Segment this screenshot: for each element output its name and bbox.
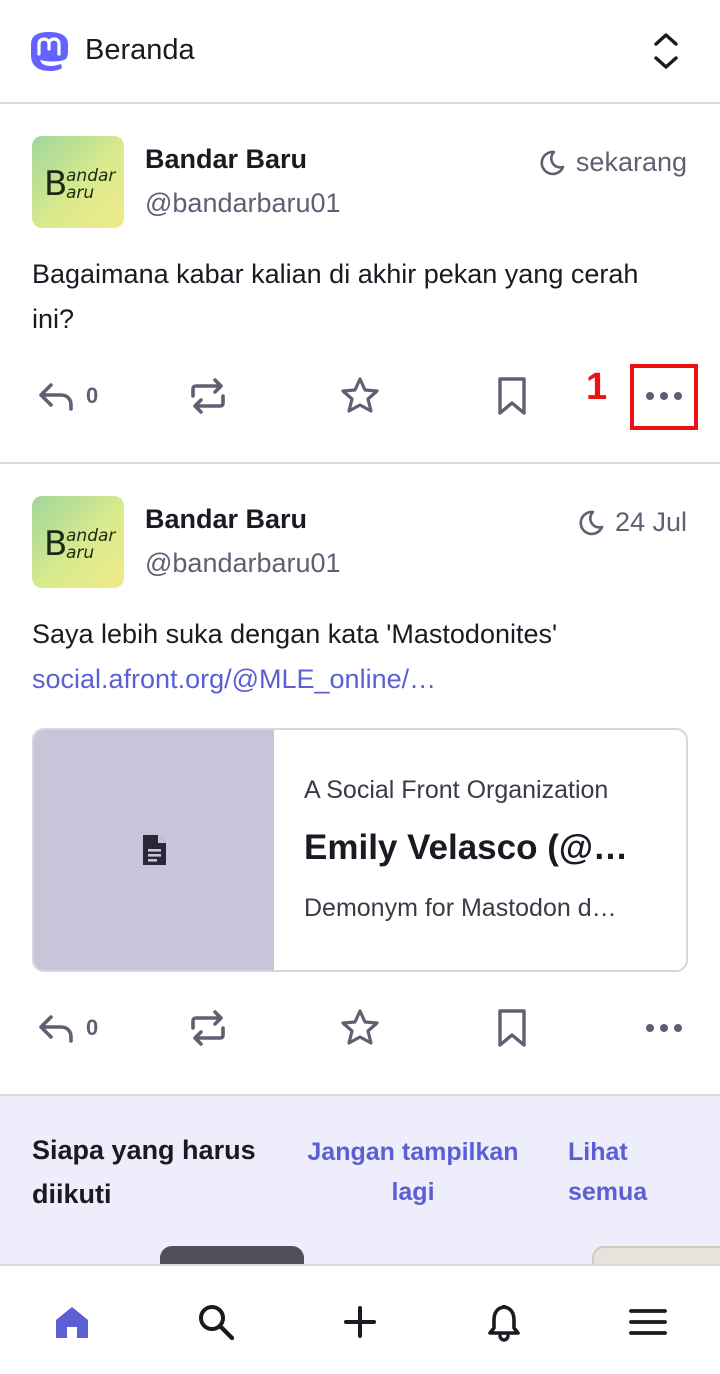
reply-button[interactable]: 0 bbox=[36, 366, 98, 426]
reply-icon bbox=[39, 1015, 73, 1043]
reply-icon bbox=[39, 383, 73, 411]
avatar-letter: B bbox=[44, 524, 68, 564]
star-icon bbox=[341, 377, 379, 413]
bookmark-icon bbox=[498, 377, 526, 415]
star-icon bbox=[341, 1009, 379, 1045]
reply-count: 0 bbox=[86, 383, 99, 408]
nav-compose[interactable] bbox=[338, 1300, 382, 1344]
follow-suggestions: Siapa yang harus diikuti Jangan tampilka… bbox=[0, 1096, 720, 1266]
post-timestamp[interactable]: 24 Jul bbox=[577, 507, 687, 538]
annotation-highlight-box bbox=[630, 364, 698, 430]
chevron-up-down-icon[interactable] bbox=[648, 30, 684, 72]
post-timestamp[interactable]: sekarang bbox=[538, 147, 687, 178]
moon-icon bbox=[540, 150, 565, 175]
account-handle[interactable]: @bandarbaru01 bbox=[145, 548, 341, 579]
avatar[interactable]: B andar aru bbox=[32, 136, 124, 228]
page-title: Beranda bbox=[85, 34, 195, 66]
post-link[interactable]: social.afront.org/@MLE_online/… bbox=[32, 657, 682, 702]
boost-icon bbox=[191, 378, 225, 414]
status-post[interactable]: B andar aru Bandar Baru @bandarbaru01 24… bbox=[0, 464, 720, 1096]
more-dots-icon bbox=[646, 1024, 682, 1032]
compose-icon bbox=[344, 1306, 376, 1338]
favourite-button[interactable] bbox=[339, 366, 381, 426]
avatar[interactable]: B andar aru bbox=[32, 496, 124, 588]
notifications-icon bbox=[488, 1304, 520, 1342]
display-name[interactable]: Bandar Baru bbox=[145, 144, 307, 175]
avatar-letter: B bbox=[44, 164, 68, 204]
suggestions-title: Siapa yang harus diikuti bbox=[32, 1135, 256, 1209]
post-content: Saya lebih suka dengan kata 'Mastodonite… bbox=[32, 612, 682, 702]
bookmark-icon bbox=[498, 1009, 526, 1047]
account-handle[interactable]: @bandarbaru01 bbox=[145, 188, 341, 219]
post-content: Bagaimana kabar kalian di akhir pekan ya… bbox=[32, 259, 639, 334]
card-thumbnail bbox=[34, 730, 274, 970]
nav-home[interactable] bbox=[50, 1300, 94, 1344]
card-description: Demonym for Mastodon d… bbox=[304, 894, 617, 922]
favourite-button[interactable] bbox=[339, 998, 381, 1058]
boost-button[interactable] bbox=[188, 998, 228, 1058]
card-title: Emily Velasco (@… bbox=[304, 828, 628, 867]
bookmark-button[interactable] bbox=[494, 366, 530, 426]
bookmark-button[interactable] bbox=[494, 998, 530, 1058]
dismiss-suggestions-button[interactable]: Jangan tampilkan lagi bbox=[300, 1132, 526, 1212]
mastodon-logo-icon[interactable] bbox=[26, 29, 72, 75]
moon-icon bbox=[579, 510, 604, 535]
reply-button[interactable]: 0 bbox=[36, 998, 98, 1058]
boost-button[interactable] bbox=[188, 366, 228, 426]
menu-icon bbox=[629, 1309, 667, 1335]
post-action-bar: 0 bbox=[0, 366, 720, 426]
avatar-text-bottom: aru bbox=[66, 543, 95, 563]
post-action-bar: 0 bbox=[0, 998, 720, 1058]
boost-icon bbox=[191, 1010, 225, 1046]
display-name[interactable]: Bandar Baru bbox=[145, 504, 307, 535]
post-text: Saya lebih suka dengan kata 'Mastodonite… bbox=[32, 619, 558, 649]
card-provider: A Social Front Organization bbox=[304, 776, 609, 804]
document-icon bbox=[143, 835, 166, 865]
timestamp-label: sekarang bbox=[575, 147, 687, 177]
app-header: Beranda bbox=[0, 0, 720, 104]
home-icon bbox=[56, 1307, 88, 1338]
view-all-suggestions-link[interactable]: Lihat semua bbox=[568, 1132, 668, 1212]
reply-count: 0 bbox=[86, 1015, 99, 1040]
annotation-number: 1 bbox=[586, 366, 608, 408]
nav-menu[interactable] bbox=[626, 1300, 670, 1344]
bottom-navigation bbox=[0, 1264, 720, 1374]
suggested-account-avatar[interactable] bbox=[592, 1246, 720, 1266]
link-preview-card[interactable]: A Social Front Organization Emily Velasc… bbox=[32, 728, 688, 972]
nav-search[interactable] bbox=[194, 1300, 238, 1344]
status-post[interactable]: B andar aru Bandar Baru @bandarbaru01 se… bbox=[0, 104, 720, 464]
suggested-account-avatar[interactable] bbox=[160, 1246, 304, 1266]
more-options-button[interactable] bbox=[644, 998, 684, 1058]
nav-notifications[interactable] bbox=[482, 1300, 526, 1344]
avatar-text-bottom: aru bbox=[66, 183, 95, 203]
timestamp-label: 24 Jul bbox=[614, 507, 687, 537]
search-icon bbox=[199, 1305, 235, 1341]
